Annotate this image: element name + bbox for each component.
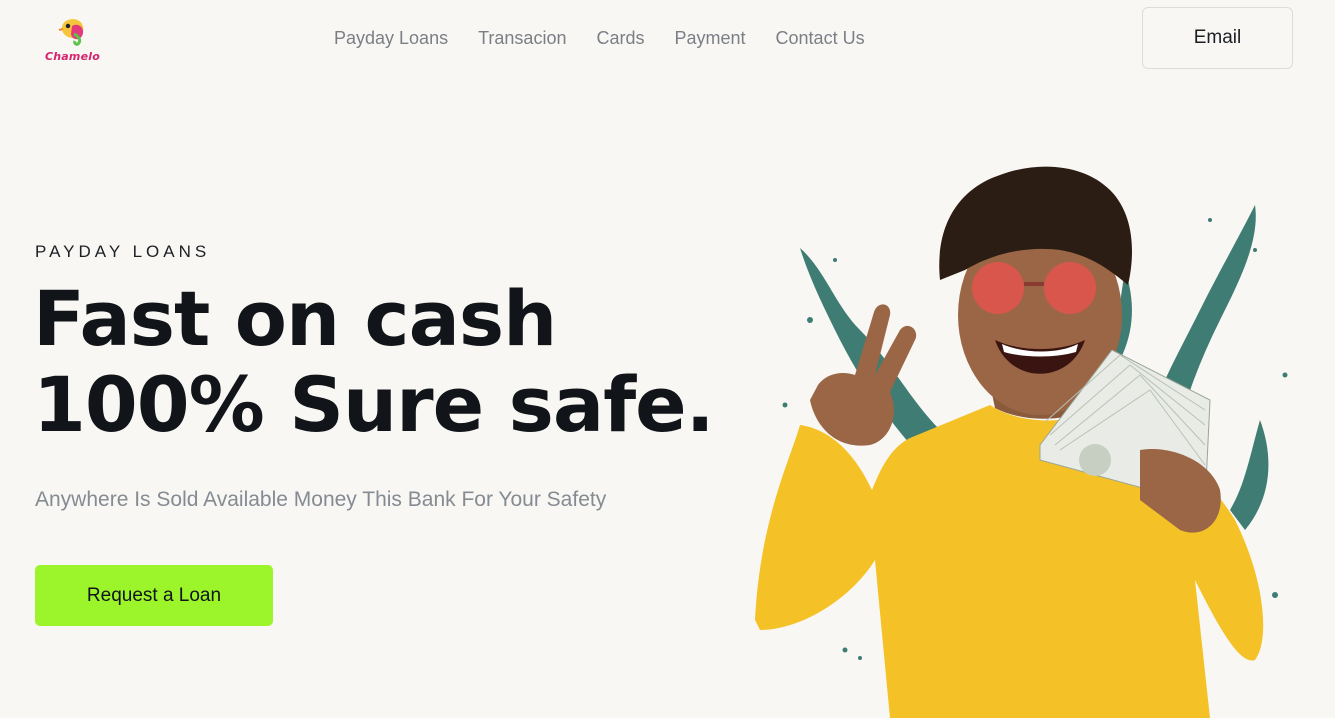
brand-name: Chamelo: [45, 50, 100, 63]
hero-eyebrow: PAYDAY LOANS: [35, 242, 211, 261]
chameleon-logo-icon: [58, 19, 84, 46]
site-header: Chamelo Payday Loans Transacion Cards Pa…: [0, 0, 1335, 80]
nav-contact-us[interactable]: Contact Us: [776, 28, 865, 49]
headline-line-1: Fast on cash: [33, 274, 557, 363]
email-button[interactable]: Email: [1142, 7, 1293, 69]
request-loan-button[interactable]: Request a Loan: [35, 565, 273, 626]
nav-payday-loans[interactable]: Payday Loans: [334, 28, 448, 49]
hero-illustration: [755, 166, 1288, 718]
main-nav: Payday Loans Transacion Cards Payment Co…: [334, 28, 865, 49]
headline-line-2: 100% Sure safe.: [33, 360, 715, 449]
nav-cards[interactable]: Cards: [596, 28, 644, 49]
hero-subtitle: Anywhere Is Sold Available Money This Ba…: [35, 488, 607, 511]
brand-logo[interactable]: Chamelo: [42, 14, 106, 66]
hero-headline: Fast on cash 100% Sure safe.: [33, 274, 715, 449]
nav-payment[interactable]: Payment: [674, 28, 745, 49]
nav-transacion[interactable]: Transacion: [478, 28, 566, 49]
